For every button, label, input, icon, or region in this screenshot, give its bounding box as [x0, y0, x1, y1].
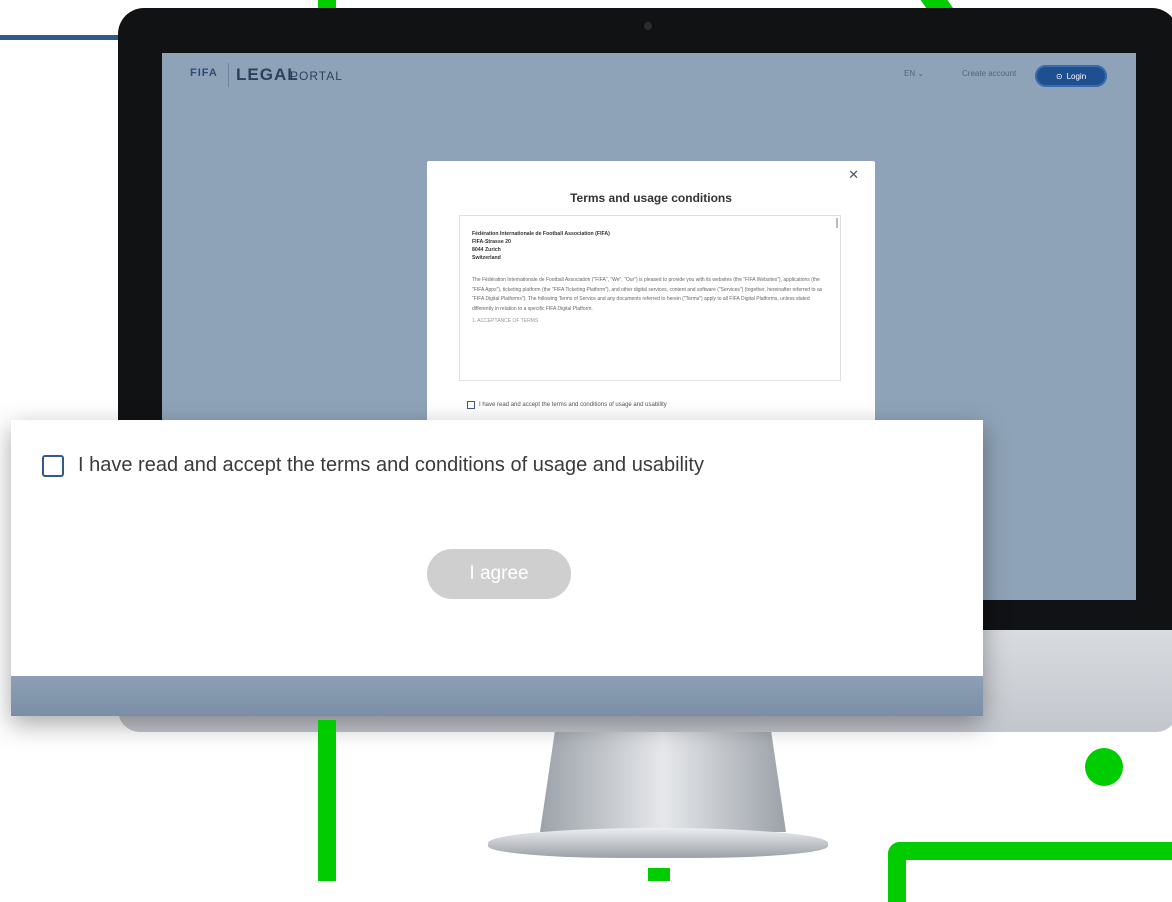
terms-section-heading: 1. ACCEPTANCE OF TERMS: [472, 318, 539, 324]
logo-divider: [228, 63, 229, 87]
portal-header: FIFA LEGAL PORTAL EN ⌄ Create account ⊙ …: [162, 53, 1136, 99]
terms-modal: ✕ Terms and usage conditions Fédération …: [427, 161, 875, 429]
camera-icon: [644, 22, 652, 30]
address-line: Switzerland: [472, 255, 501, 261]
monitor-base: [488, 828, 828, 858]
decorative-green-frame: [888, 842, 1172, 902]
close-icon[interactable]: ✕: [848, 167, 859, 183]
accept-label: I have read and accept the terms and con…: [78, 454, 704, 476]
fifa-logo[interactable]: FIFA: [190, 67, 218, 79]
address-line: 8044 Zurich: [472, 247, 501, 253]
decorative-green-dot: [1085, 748, 1123, 786]
terms-scroll-box[interactable]: Fédération Internationale de Football As…: [459, 215, 841, 381]
terms-address: Fédération Internationale de Football As…: [472, 230, 828, 262]
monitor-stand: [540, 732, 786, 832]
decorative-green-line: [648, 868, 670, 881]
modal-title: Terms and usage conditions: [570, 191, 732, 205]
terms-body-text: The Fédération Internationale de Footbal…: [472, 277, 823, 312]
login-button[interactable]: ⊙ Login: [1035, 65, 1107, 87]
create-account-link[interactable]: Create account: [962, 69, 1016, 78]
accept-checkbox-small[interactable]: [467, 401, 475, 409]
zoom-panel-bottom-bar: [11, 676, 983, 716]
accept-checkbox[interactable]: [42, 454, 64, 477]
scrollbar[interactable]: [836, 218, 838, 228]
accept-label-small: I have read and accept the terms and con…: [479, 402, 667, 408]
address-line: FIFA-Strasse 20: [472, 239, 511, 245]
accept-row: I have read and accept the terms and con…: [42, 454, 704, 477]
login-button-label: Login: [1066, 71, 1087, 81]
user-icon: ⊙: [1055, 71, 1063, 81]
language-select[interactable]: EN ⌄: [904, 69, 924, 78]
decorative-green-line: [318, 720, 336, 881]
legal-portal-logo-suffix: PORTAL: [290, 69, 343, 83]
address-line: Fédération Internationale de Football As…: [472, 231, 610, 237]
agree-button[interactable]: I agree: [427, 549, 571, 599]
zoom-callout-panel: I have read and accept the terms and con…: [11, 420, 983, 716]
modal-accept-row: I have read and accept the terms and con…: [467, 401, 667, 409]
